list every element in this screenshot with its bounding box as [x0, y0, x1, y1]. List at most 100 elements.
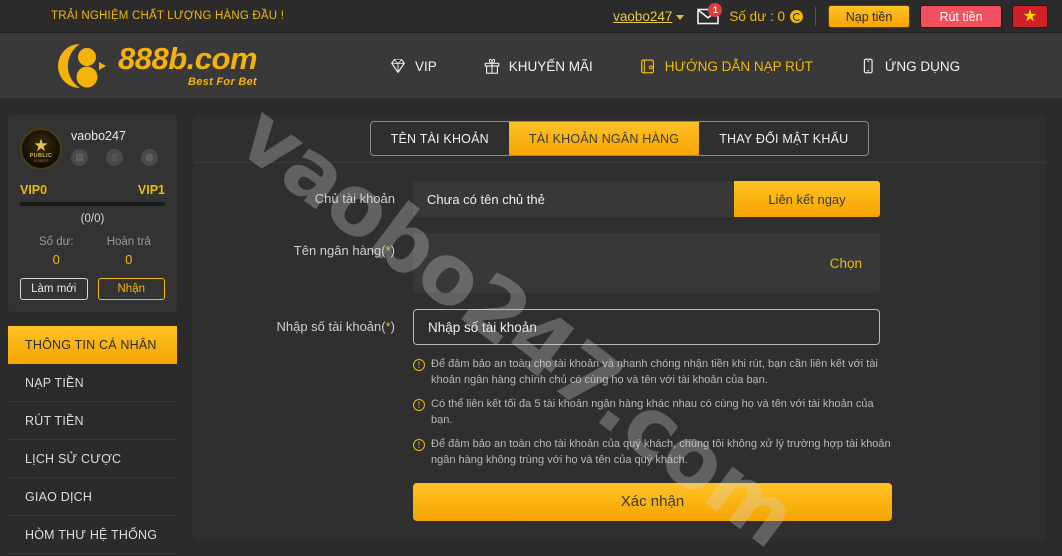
account-number-label: Nhập số tài khoản(*) — [193, 309, 413, 334]
account-number-control: Nhập số tài khoản — [413, 309, 1046, 345]
sidebar-item-inbox[interactable]: HÒM THƯ HỆ THỐNG — [8, 516, 177, 554]
info-icon: ! — [413, 438, 425, 451]
logo-mark-icon — [50, 40, 112, 92]
note-text: Để đảm bảo an toàn cho tài khoản của quý… — [431, 437, 891, 466]
stat-rebate-label: Hoàn trả — [106, 236, 151, 248]
logo-main-text: 888b.com — [118, 41, 258, 76]
sidebar-item-withdraw[interactable]: RÚT TIỀN — [8, 402, 177, 440]
account-number-input[interactable]: Nhập số tài khoản — [413, 309, 880, 345]
link-now-button[interactable]: Liên kết ngay — [734, 181, 880, 217]
page-body: ★ PUBLIC MEMBER vaobo247 ▤ ▯ ◍ VIP0 VIP1… — [0, 99, 1062, 556]
bank-account-form: Chủ tài khoản Chưa có tên chủ thẻ Liên k… — [193, 163, 1046, 521]
vip-current-label: VIP0 — [20, 183, 48, 197]
user-verification-badges: ▤ ▯ ◍ — [71, 149, 165, 166]
mobile-phone-icon[interactable]: ▯ — [106, 149, 123, 166]
stat-balance-label: Số dư: — [38, 236, 74, 248]
bank-card-icon[interactable]: ◍ — [141, 149, 158, 166]
user-card-top: ★ PUBLIC MEMBER vaobo247 ▤ ▯ ◍ — [20, 128, 165, 170]
vip-progress-bar — [20, 202, 165, 206]
claim-button[interactable]: Nhận — [97, 278, 165, 300]
nav-label-promotions: KHUYẾN MÃI — [508, 58, 593, 74]
bank-name-label: Tên ngân hàng(*) — [193, 233, 413, 258]
vietnam-flag-icon[interactable]: ★ — [1012, 5, 1048, 28]
mail-unread-badge: 1 — [708, 2, 723, 17]
vip-next-label: VIP1 — [137, 183, 165, 197]
sidebar: ★ PUBLIC MEMBER vaobo247 ▤ ▯ ◍ VIP0 VIP1… — [0, 99, 185, 556]
form-row-account-holder: Chủ tài khoản Chưa có tên chủ thẻ Liên k… — [193, 181, 1046, 217]
site-logo[interactable]: 888b.com Best For Bet — [50, 40, 258, 92]
note-item: ! Có thể liên kết tối đa 5 tài khoản ngâ… — [413, 397, 892, 429]
bank-select[interactable]: Chọn — [413, 233, 880, 293]
sidebar-item-bet-history[interactable]: LỊCH SỬ CƯỢC — [8, 440, 177, 478]
bank-name-label-text: Tên ngân hàng( — [293, 243, 386, 258]
sidebar-item-deposit[interactable]: NẠP TIỀN — [8, 364, 177, 402]
account-holder-control: Chưa có tên chủ thẻ Liên kết ngay — [413, 181, 1046, 217]
confirm-button[interactable]: Xác nhận — [413, 482, 892, 521]
info-icon: ! — [413, 398, 425, 411]
main-content: TÊN TÀI KHOẢN TÀI KHOẢN NGÂN HÀNG THAY Đ… — [185, 99, 1062, 556]
user-card-info: vaobo247 ▤ ▯ ◍ — [71, 128, 165, 166]
top-bar-right-group: vaobo247 1 Số dư : 0 Nạp tiền Rút tiền ★ — [613, 0, 1062, 33]
site-header: 888b.com Best For Bet VIP KHUYẾN MÃI HƯỚ… — [0, 33, 1062, 99]
id-card-icon[interactable]: ▤ — [71, 149, 88, 166]
diamond-icon — [388, 56, 408, 76]
info-icon: ! — [413, 359, 425, 371]
nav-item-vip[interactable]: VIP — [388, 56, 437, 76]
deposit-button[interactable]: Nạp tiền — [828, 5, 910, 28]
tab-account-name[interactable]: TÊN TÀI KHOẢN — [371, 122, 509, 155]
account-holder-label: Chủ tài khoản — [314, 191, 395, 206]
tabs-container: TÊN TÀI KHOẢN TÀI KHOẢN NGÂN HÀNG THAY Đ… — [193, 115, 1046, 163]
stat-balance: Số dư: 0 — [20, 236, 93, 267]
nav-label-app: ỨNG DỤNG — [884, 58, 961, 74]
account-holder-field: Chưa có tên chủ thẻ Liên kết ngay — [413, 181, 880, 217]
account-number-placeholder: Nhập số tài khoản — [428, 319, 537, 335]
form-notes: ! Để đảm bảo an toàn cho tài khoản và nh… — [193, 357, 1046, 469]
nav-label-vip: VIP — [415, 58, 437, 74]
bank-name-control: Chọn — [413, 233, 1046, 293]
tab-bank-account[interactable]: TÀI KHOẢN NGÂN HÀNG — [508, 122, 700, 155]
vip-row: VIP0 VIP1 — [20, 183, 165, 197]
tabs: TÊN TÀI KHOẢN TÀI KHOẢN NGÂN HÀNG THAY Đ… — [369, 121, 870, 156]
confirm-button-wrap: Xác nhận — [193, 482, 1046, 521]
wallet-icon — [638, 56, 658, 76]
envelope-icon[interactable]: 1 — [696, 2, 723, 28]
avatar-tier-sublabel: MEMBER — [33, 158, 49, 163]
sidebar-item-personal-info[interactable]: THÔNG TIN CÁ NHÂN — [8, 326, 177, 364]
refresh-balance-icon[interactable] — [790, 10, 803, 23]
stat-balance-value: 0 — [52, 252, 60, 267]
sidebar-menu: THÔNG TIN CÁ NHÂN NẠP TIỀN RÚT TIỀN LỊCH… — [8, 326, 177, 554]
user-card-buttons: Làm mới Nhận — [20, 278, 165, 300]
account-number-label-end: ) — [390, 319, 395, 334]
note-text: Có thể liên kết tối đa 5 tài khoản ngân … — [431, 397, 874, 426]
stat-rebate: Hoàn trả 0 — [93, 236, 166, 267]
balance-display: Số dư : 0 — [729, 9, 803, 24]
page-root: TRẢI NGHIỆM CHẤT LƯỢNG HÀNG ĐẦU ! vaobo2… — [0, 0, 1062, 556]
balance-label: Số dư : 0 — [729, 9, 785, 24]
nav-item-deposit-guide[interactable]: HƯỚNG DẪN NẠP RÚT — [638, 56, 813, 76]
nav-item-app[interactable]: ỨNG DỤNG — [858, 56, 960, 76]
refresh-button[interactable]: Làm mới — [20, 278, 88, 300]
withdraw-button[interactable]: Rút tiền — [920, 5, 1002, 28]
divider — [815, 7, 816, 26]
nav-label-deposit-guide: HƯỚNG DẪN NẠP RÚT — [664, 58, 813, 74]
note-text: Để đảm bảo an toàn cho tài khoản và nhan… — [431, 358, 878, 386]
avatar-star-icon: ★ — [33, 135, 49, 155]
user-card-username: vaobo247 — [71, 129, 126, 143]
avatar[interactable]: ★ PUBLIC MEMBER — [20, 128, 62, 170]
sidebar-item-transactions[interactable]: GIAO DỊCH — [8, 478, 177, 516]
logo-sub-text: Best For Bet — [188, 76, 258, 88]
form-row-bank-name: Tên ngân hàng(*) Chọn — [193, 233, 1046, 293]
logo-wordmark: 888b.com Best For Bet — [118, 41, 258, 88]
account-holder-value: Chưa có tên chủ thẻ — [427, 191, 545, 207]
user-card: ★ PUBLIC MEMBER vaobo247 ▤ ▯ ◍ VIP0 VIP1… — [8, 115, 177, 312]
user-menu[interactable]: vaobo247 — [613, 9, 685, 24]
user-stats: Số dư: 0 Hoàn trả 0 — [20, 236, 165, 267]
nav-item-promotions[interactable]: KHUYẾN MÃI — [482, 56, 593, 76]
stat-rebate-value: 0 — [125, 252, 133, 267]
gift-icon — [482, 56, 502, 76]
main-navigation: VIP KHUYẾN MÃI HƯỚNG DẪN NẠP RÚT ỨNG DỤN… — [388, 33, 960, 99]
note-item: ! Để đảm bảo an toàn cho tài khoản và nh… — [413, 357, 892, 389]
tab-change-password[interactable]: THAY ĐỔI MẬT KHẨU — [699, 122, 868, 155]
vip-progress-text: (0/0) — [80, 213, 105, 225]
chevron-down-icon — [676, 15, 685, 20]
